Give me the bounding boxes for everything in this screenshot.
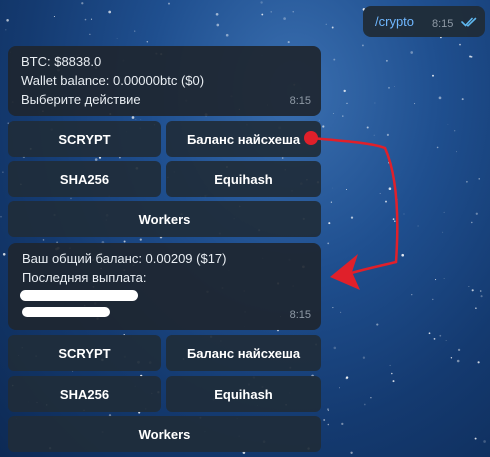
equihash-button[interactable]: Equihash <box>166 161 321 197</box>
message-time: 8:15 <box>289 309 311 321</box>
equihash-button[interactable]: Equihash <box>166 376 321 412</box>
sha256-button[interactable]: SHA256 <box>8 376 161 412</box>
choose-action-text: Выберите действие <box>21 92 141 107</box>
sha256-button[interactable]: SHA256 <box>8 161 161 197</box>
redaction-mark <box>22 307 110 317</box>
bot-message-prices: BTC: $8838.0 Wallet balance: 0.00000btc … <box>8 46 321 116</box>
double-check-icon <box>461 14 479 33</box>
redaction-mark <box>20 290 138 301</box>
message-time: 8:15 <box>289 95 311 107</box>
total-balance-text: Ваш общий баланс: 0.00209 ($17) <box>22 251 227 266</box>
scrypt-button[interactable]: SCRYPT <box>8 121 161 157</box>
nicehash-balance-button[interactable]: Баланс найсхеша <box>166 335 321 371</box>
last-payout-text: Последняя выплата: <box>22 270 147 285</box>
workers-button[interactable]: Workers <box>8 201 321 237</box>
command-text[interactable]: /crypto <box>375 12 414 31</box>
scrypt-button[interactable]: SCRYPT <box>8 335 161 371</box>
nicehash-balance-button[interactable]: Баланс найсхеша <box>166 121 321 157</box>
btc-price-text: BTC: $8838.0 <box>21 54 102 69</box>
outgoing-message: /crypto 8:15 <box>363 6 485 37</box>
wallet-balance-text: Wallet balance: 0.00000btc ($0) <box>21 73 205 88</box>
workers-button[interactable]: Workers <box>8 416 321 452</box>
